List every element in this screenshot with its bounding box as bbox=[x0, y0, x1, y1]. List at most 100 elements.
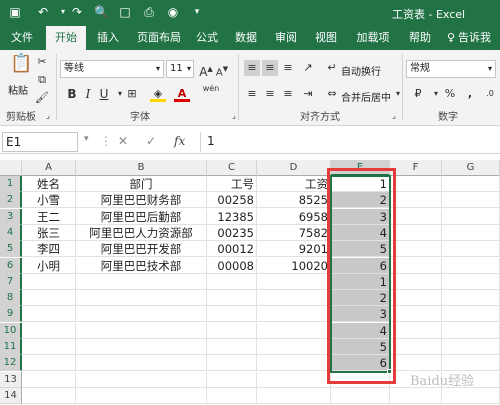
cell-F14[interactable] bbox=[390, 387, 442, 404]
cell-A12[interactable] bbox=[22, 355, 76, 372]
cell-E3[interactable]: 3 bbox=[331, 208, 390, 225]
merge-center-button[interactable]: 合并后居中 bbox=[341, 89, 391, 104]
paste-icon[interactable]: 📋 bbox=[10, 55, 32, 78]
cell-G10[interactable] bbox=[442, 322, 500, 339]
cell-F2[interactable] bbox=[390, 192, 442, 209]
column-header-F[interactable]: F bbox=[390, 160, 442, 176]
customize-dropdown-icon[interactable]: ▾ bbox=[190, 5, 204, 19]
new-file-icon[interactable]: □ bbox=[118, 5, 132, 19]
cell-E7[interactable]: 1 bbox=[331, 273, 390, 290]
cell-D14[interactable] bbox=[257, 387, 331, 404]
cell-A5[interactable]: 李四 bbox=[22, 241, 76, 258]
cell-D3[interactable]: 6958 bbox=[257, 208, 331, 225]
cell-B9[interactable] bbox=[76, 306, 207, 323]
alignment-launcher-icon[interactable]: ⌟ bbox=[386, 108, 402, 124]
column-header-B[interactable]: B bbox=[76, 160, 207, 176]
shrink-font-icon[interactable]: A▼ bbox=[214, 61, 230, 78]
cell-B1[interactable]: 部门 bbox=[76, 176, 207, 192]
cell-G7[interactable] bbox=[442, 273, 500, 290]
cell-G1[interactable] bbox=[442, 176, 500, 192]
cell-G6[interactable] bbox=[442, 257, 500, 274]
row-header-10[interactable]: 10 bbox=[0, 322, 22, 339]
cell-A7[interactable] bbox=[22, 273, 76, 290]
cell-A2[interactable]: 小雪 bbox=[22, 192, 76, 209]
cell-D1[interactable]: 工资 bbox=[257, 176, 331, 192]
row-header-5[interactable]: 5 bbox=[0, 241, 22, 258]
cell-E4[interactable]: 4 bbox=[331, 224, 390, 241]
row-header-2[interactable]: 2 bbox=[0, 192, 22, 209]
cut-icon[interactable]: ✂ bbox=[34, 54, 50, 70]
number-format-select[interactable]: 常规 ▾ bbox=[406, 60, 496, 78]
cell-B8[interactable] bbox=[76, 290, 207, 307]
fill-handle[interactable] bbox=[387, 368, 392, 374]
merge-center-icon[interactable]: ⇔ bbox=[324, 86, 340, 102]
percent-button[interactable]: % bbox=[442, 86, 458, 102]
cell-F12[interactable] bbox=[390, 355, 442, 372]
clipboard-launcher-icon[interactable]: ⌟ bbox=[40, 108, 56, 124]
cell-D12[interactable] bbox=[257, 355, 331, 372]
cell-G4[interactable] bbox=[442, 224, 500, 241]
copy-icon[interactable]: ⧉ bbox=[34, 72, 50, 88]
cell-B2[interactable]: 阿里巴巴财务部 bbox=[76, 192, 207, 209]
cell-C11[interactable] bbox=[207, 339, 257, 355]
cell-C13[interactable] bbox=[207, 371, 257, 388]
cell-B14[interactable] bbox=[76, 387, 207, 404]
cell-A11[interactable] bbox=[22, 339, 76, 355]
cell-D2[interactable]: 8525 bbox=[257, 192, 331, 209]
bold-button[interactable]: B bbox=[64, 86, 80, 102]
cell-C10[interactable] bbox=[207, 322, 257, 339]
align-bottom-icon[interactable]: ≡ bbox=[280, 60, 296, 76]
cell-E2[interactable]: 2 bbox=[331, 192, 390, 209]
cell-B13[interactable] bbox=[76, 371, 207, 388]
cell-B4[interactable]: 阿里巴巴人力资源部 bbox=[76, 224, 207, 241]
cell-B6[interactable]: 阿里巴巴技术部 bbox=[76, 257, 207, 274]
tab-home[interactable]: 开始 bbox=[46, 26, 86, 50]
row-header-1[interactable]: 1 bbox=[0, 176, 22, 192]
cell-D9[interactable] bbox=[257, 306, 331, 323]
column-header-C[interactable]: C bbox=[207, 160, 257, 176]
enter-icon[interactable]: ✓ bbox=[146, 134, 156, 148]
cell-F8[interactable] bbox=[390, 290, 442, 307]
undo-dropdown-icon[interactable]: ▾ bbox=[56, 5, 70, 19]
column-header-A[interactable]: A bbox=[22, 160, 76, 176]
cell-G11[interactable] bbox=[442, 339, 500, 355]
cell-C5[interactable]: 00012 bbox=[207, 241, 257, 258]
cell-B3[interactable]: 阿里巴巴后勤部 bbox=[76, 208, 207, 225]
insert-function-icon[interactable]: fx bbox=[174, 134, 185, 148]
format-painter-icon[interactable]: 🖌 bbox=[34, 90, 50, 106]
border-icon[interactable]: ⊞ bbox=[124, 86, 140, 102]
cell-G9[interactable] bbox=[442, 306, 500, 323]
cell-E6[interactable]: 6 bbox=[331, 257, 390, 274]
worksheet-grid[interactable]: A B C D E F G 1 姓名 部门 工号 工资 1 2 小雪 阿里巴巴财务部 00258 8525 2 3 王二… bbox=[0, 160, 500, 405]
cell-D8[interactable] bbox=[257, 290, 331, 307]
cell-D7[interactable] bbox=[257, 273, 331, 290]
cell-G8[interactable] bbox=[442, 290, 500, 307]
cell-B12[interactable] bbox=[76, 355, 207, 372]
align-center-icon[interactable]: ≡ bbox=[262, 86, 278, 102]
cell-A3[interactable]: 王二 bbox=[22, 208, 76, 225]
name-box[interactable]: E1 bbox=[2, 132, 78, 152]
column-header-G[interactable]: G bbox=[442, 160, 500, 176]
row-header-11[interactable]: 11 bbox=[0, 339, 22, 355]
cell-C9[interactable] bbox=[207, 306, 257, 323]
italic-button[interactable]: I bbox=[80, 86, 96, 102]
tab-review[interactable]: 审阅 bbox=[268, 26, 304, 50]
cell-D6[interactable]: 10020 bbox=[257, 257, 331, 274]
cell-B11[interactable] bbox=[76, 339, 207, 355]
cell-C1[interactable]: 工号 bbox=[207, 176, 257, 192]
cell-A9[interactable] bbox=[22, 306, 76, 323]
cell-D11[interactable] bbox=[257, 339, 331, 355]
align-middle-icon[interactable]: ≡ bbox=[262, 60, 278, 76]
cell-E13[interactable] bbox=[331, 371, 390, 388]
cell-C2[interactable]: 00258 bbox=[207, 192, 257, 209]
cell-B7[interactable] bbox=[76, 273, 207, 290]
tab-addins[interactable]: 加载项 bbox=[350, 26, 396, 50]
cell-F10[interactable] bbox=[390, 322, 442, 339]
indent-icon[interactable]: ⇥ bbox=[300, 86, 316, 102]
cell-D4[interactable]: 7582 bbox=[257, 224, 331, 241]
cell-A10[interactable] bbox=[22, 322, 76, 339]
row-header-6[interactable]: 6 bbox=[0, 257, 22, 274]
tab-help[interactable]: 帮助 bbox=[402, 26, 438, 50]
grow-font-icon[interactable]: A▲ bbox=[198, 61, 214, 79]
align-left-icon[interactable]: ≡ bbox=[244, 86, 260, 102]
